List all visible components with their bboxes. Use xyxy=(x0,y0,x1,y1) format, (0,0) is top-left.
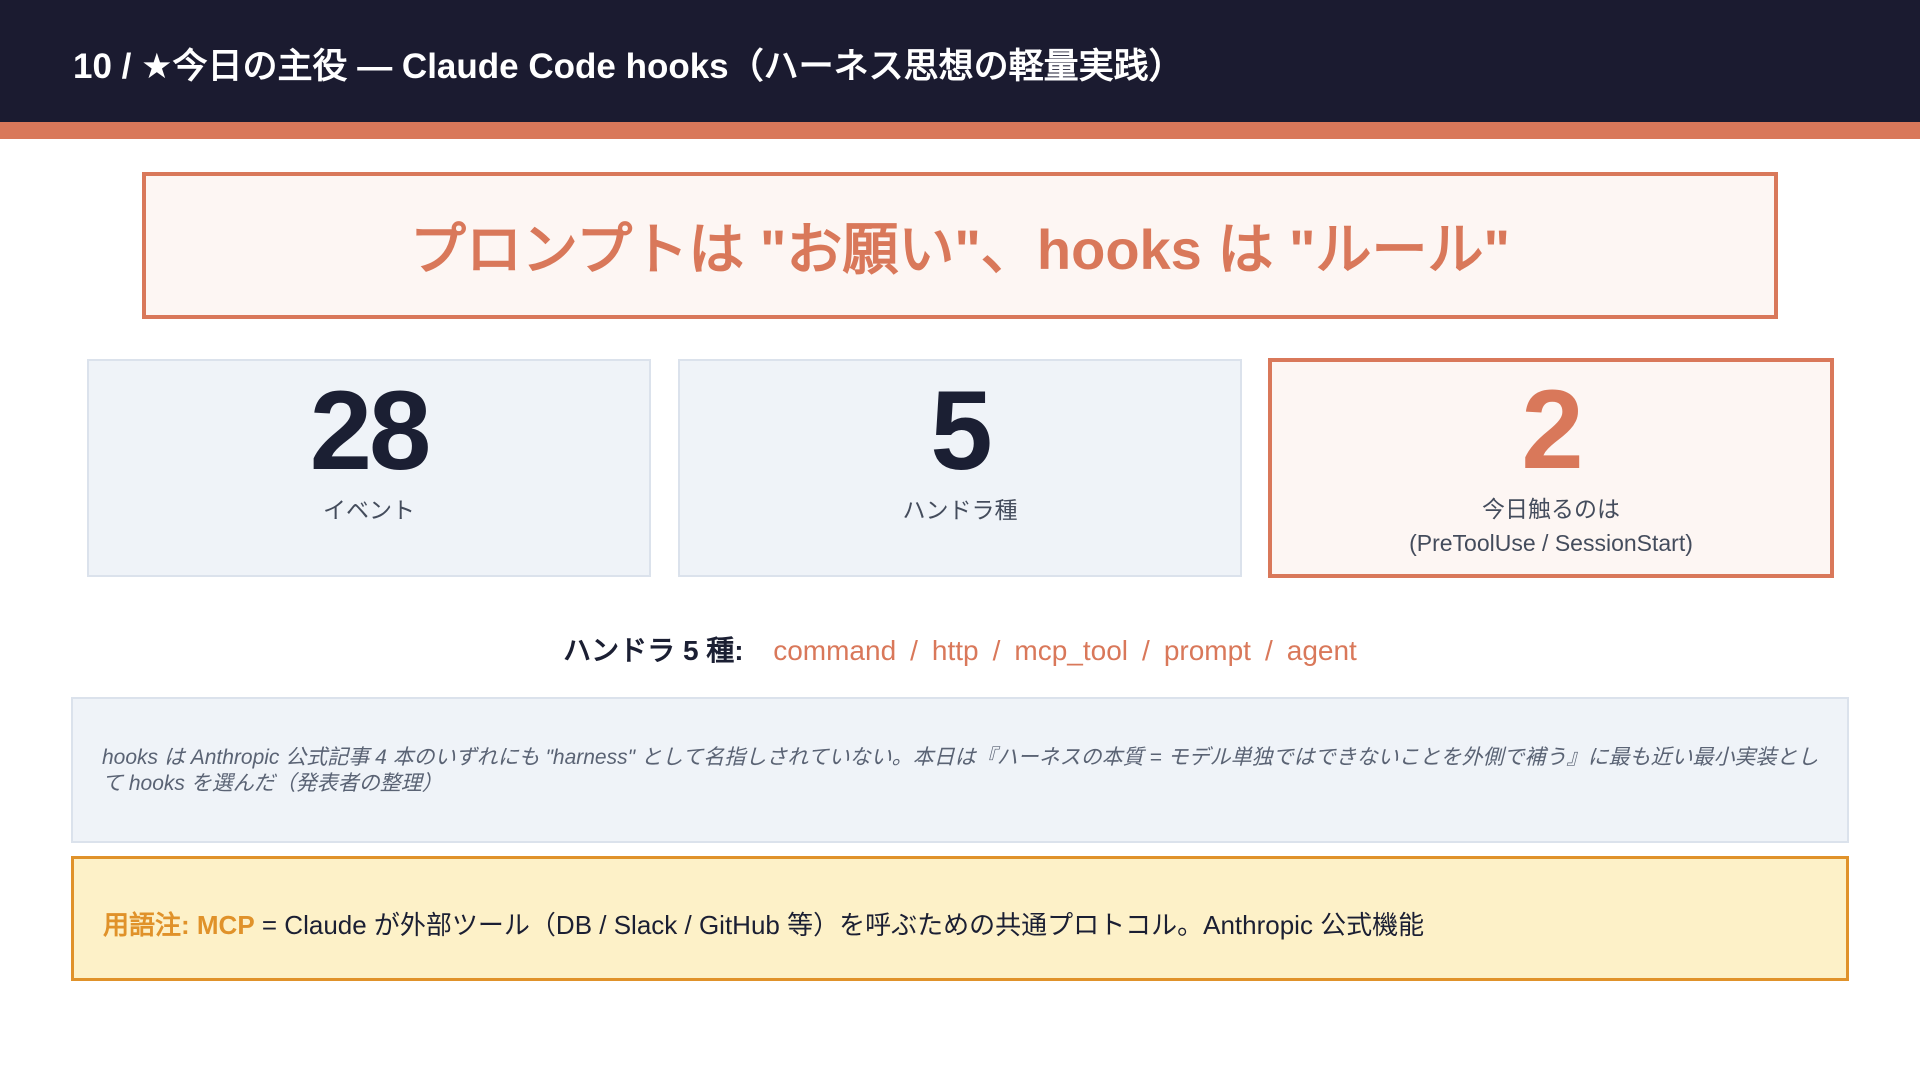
glossary-definition: = Claude が外部ツール（DB / Slack / GitHub 等）を呼… xyxy=(254,910,1425,940)
stat-card-events: 28 イベント xyxy=(87,359,651,577)
handler-types-label: ハンドラ 5 種: xyxy=(563,635,744,666)
slide-header: 10 / ★今日の主役 — Claude Code hooks（ハーネス思想の軽… xyxy=(0,0,1920,122)
handler-item-agent: agent xyxy=(1286,635,1357,666)
presenter-note-box: hooks は Anthropic 公式記事 4 本のいずれにも "harnes… xyxy=(71,697,1849,843)
glossary-box: 用語注: MCP = Claude が外部ツール（DB / Slack / Gi… xyxy=(71,856,1849,981)
handler-separator: / xyxy=(1142,635,1150,666)
handler-item-mcp-tool: mcp_tool xyxy=(1014,635,1129,666)
stat-label-today: 今日触るのは xyxy=(1482,496,1620,523)
stat-value-handler-types: 5 xyxy=(930,368,992,493)
handler-item-http: http xyxy=(931,635,979,666)
motto-box: プロンプトは "お願い"、hooks は "ルール" xyxy=(142,172,1778,319)
stat-card-handler-types: 5 ハンドラ種 xyxy=(678,359,1242,577)
handler-separator: / xyxy=(992,635,1001,666)
presenter-note-text: hooks は Anthropic 公式記事 4 本のいずれにも "harnes… xyxy=(102,746,1819,796)
motto-text: プロンプトは "お願い"、hooks は "ルール" xyxy=(409,218,1511,281)
handler-item-prompt: prompt xyxy=(1163,635,1251,666)
handler-separator: / xyxy=(1264,635,1273,666)
stat-sublabel-today: (PreToolUse / SessionStart) xyxy=(1409,530,1693,557)
stat-label-events: イベント xyxy=(323,497,415,524)
stat-value-today: 2 xyxy=(1521,367,1583,492)
stat-label-handler-types: ハンドラ種 xyxy=(902,497,1018,524)
handler-item-command: command xyxy=(773,635,897,666)
glossary-term: 用語注: MCP xyxy=(103,910,255,940)
header-accent-stripe xyxy=(0,122,1920,139)
slide-title: 10 / ★今日の主役 — Claude Code hooks（ハーネス思想の軽… xyxy=(73,47,1184,86)
handler-separator: / xyxy=(910,635,918,666)
stat-value-events: 28 xyxy=(309,368,432,493)
stat-card-today: 2 今日触るのは (PreToolUse / SessionStart) xyxy=(1268,358,1834,578)
handler-types-line: ハンドラ 5 種: command / http / mcp_tool / prompt / a… xyxy=(0,629,1920,669)
